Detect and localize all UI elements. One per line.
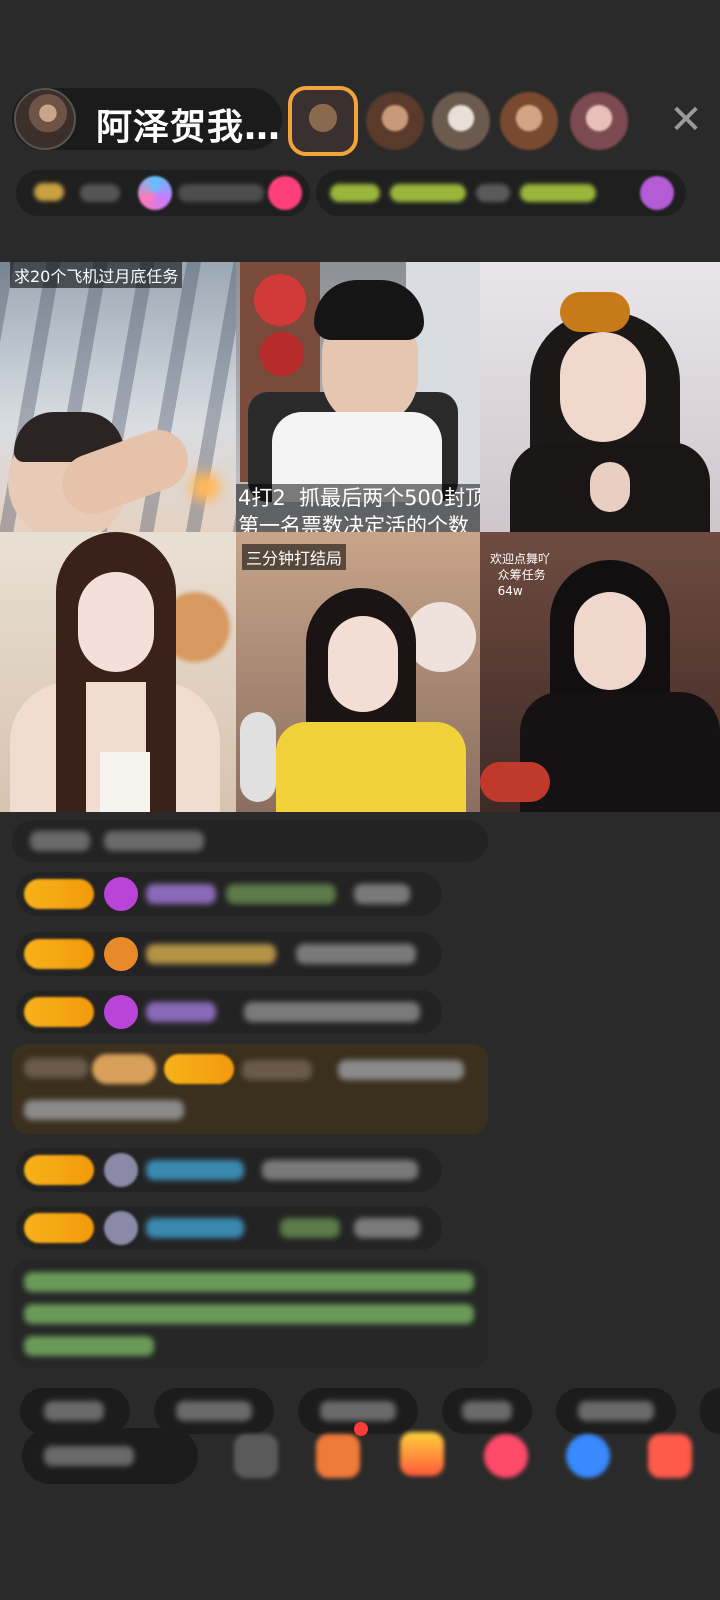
video-tile-1[interactable] (0, 262, 236, 532)
notification-dot (354, 1422, 368, 1436)
event-icon[interactable] (640, 176, 674, 210)
host-name[interactable]: 阿泽贺我… (96, 98, 281, 150)
top-viewer-avatar-3[interactable] (432, 92, 490, 150)
fan-level-badge (164, 1054, 234, 1084)
tile-5-caption: 三分钟打结局 (242, 544, 347, 570)
hot-count (178, 184, 264, 202)
top-viewer-avatar-4[interactable] (500, 92, 558, 150)
user-avatar[interactable] (104, 1211, 138, 1245)
gift-badge (92, 1054, 156, 1084)
host-avatar[interactable] (14, 88, 76, 150)
quick-reply-1-label (44, 1401, 104, 1421)
quick-reply-2-label (176, 1401, 252, 1421)
fan-level-badge (24, 879, 94, 909)
diamond-icon (104, 877, 138, 911)
fan-heart-icon (104, 937, 138, 971)
chat-mention (280, 1218, 340, 1238)
chat-mention (226, 884, 336, 904)
user-avatar[interactable] (104, 1153, 138, 1187)
chat-username[interactable] (146, 1002, 216, 1022)
message-icon[interactable] (566, 1434, 610, 1478)
chat-input-placeholder (44, 1446, 134, 1466)
quick-reply-5-label (578, 1401, 654, 1421)
chat-username[interactable] (146, 884, 216, 904)
gift-text-2 (24, 1100, 184, 1120)
tile-1-caption: 求20个飞机过月底任务 (10, 262, 183, 288)
gift-message[interactable] (12, 1044, 488, 1134)
close-icon[interactable]: ✕ (664, 98, 708, 142)
rank-text (80, 184, 120, 202)
system-message-text (30, 831, 90, 851)
chat-text (354, 1218, 420, 1238)
tile-6-caption: 欢迎点舞吖 众筹任务 64w (490, 552, 551, 598)
top-viewer-avatar-1[interactable] (288, 86, 358, 156)
rank-badge-icon (34, 183, 64, 201)
fan-level-badge (24, 997, 94, 1027)
chat-username[interactable] (146, 1160, 244, 1180)
quick-reply-3-label (320, 1401, 396, 1421)
fan-level-badge (24, 1155, 94, 1185)
diamond-icon (104, 995, 138, 1029)
event-tag-3 (476, 184, 510, 202)
announcement-line-1 (24, 1272, 474, 1292)
quick-reply-6[interactable] (700, 1388, 720, 1434)
event-tag-1 (330, 184, 380, 202)
event-tag-4 (520, 184, 596, 202)
system-message-text-2 (104, 831, 204, 851)
video-tile-3[interactable] (480, 262, 720, 532)
chat-text (262, 1160, 418, 1180)
fan-level-badge (24, 939, 94, 969)
event-tag-2 (390, 184, 466, 202)
announcement-line-2 (24, 1304, 474, 1324)
chat-username[interactable] (146, 944, 276, 964)
chat-text (244, 1002, 420, 1022)
gift-username (242, 1060, 312, 1080)
hot-icon (138, 176, 172, 210)
top-viewer-avatar-5[interactable] (570, 92, 628, 150)
emoji-icon[interactable] (234, 1434, 278, 1478)
quick-reply-4-label (462, 1401, 512, 1421)
fan-level-badge (24, 1213, 94, 1243)
gift-text (338, 1060, 464, 1080)
announcement-line-3 (24, 1336, 154, 1356)
video-tile-5[interactable] (236, 532, 480, 812)
video-tile-4[interactable] (0, 532, 236, 812)
gift-box-icon[interactable] (316, 1434, 360, 1478)
heart-icon[interactable] (484, 1434, 528, 1478)
top-viewer-avatar-2[interactable] (366, 92, 424, 150)
chat-text (296, 944, 416, 964)
chat-text (354, 884, 410, 904)
more-icon[interactable] (648, 1434, 692, 1478)
like-icon[interactable] (268, 176, 302, 210)
gift-icon[interactable] (400, 1432, 444, 1476)
chat-username[interactable] (146, 1218, 244, 1238)
gift-sender (24, 1058, 88, 1078)
